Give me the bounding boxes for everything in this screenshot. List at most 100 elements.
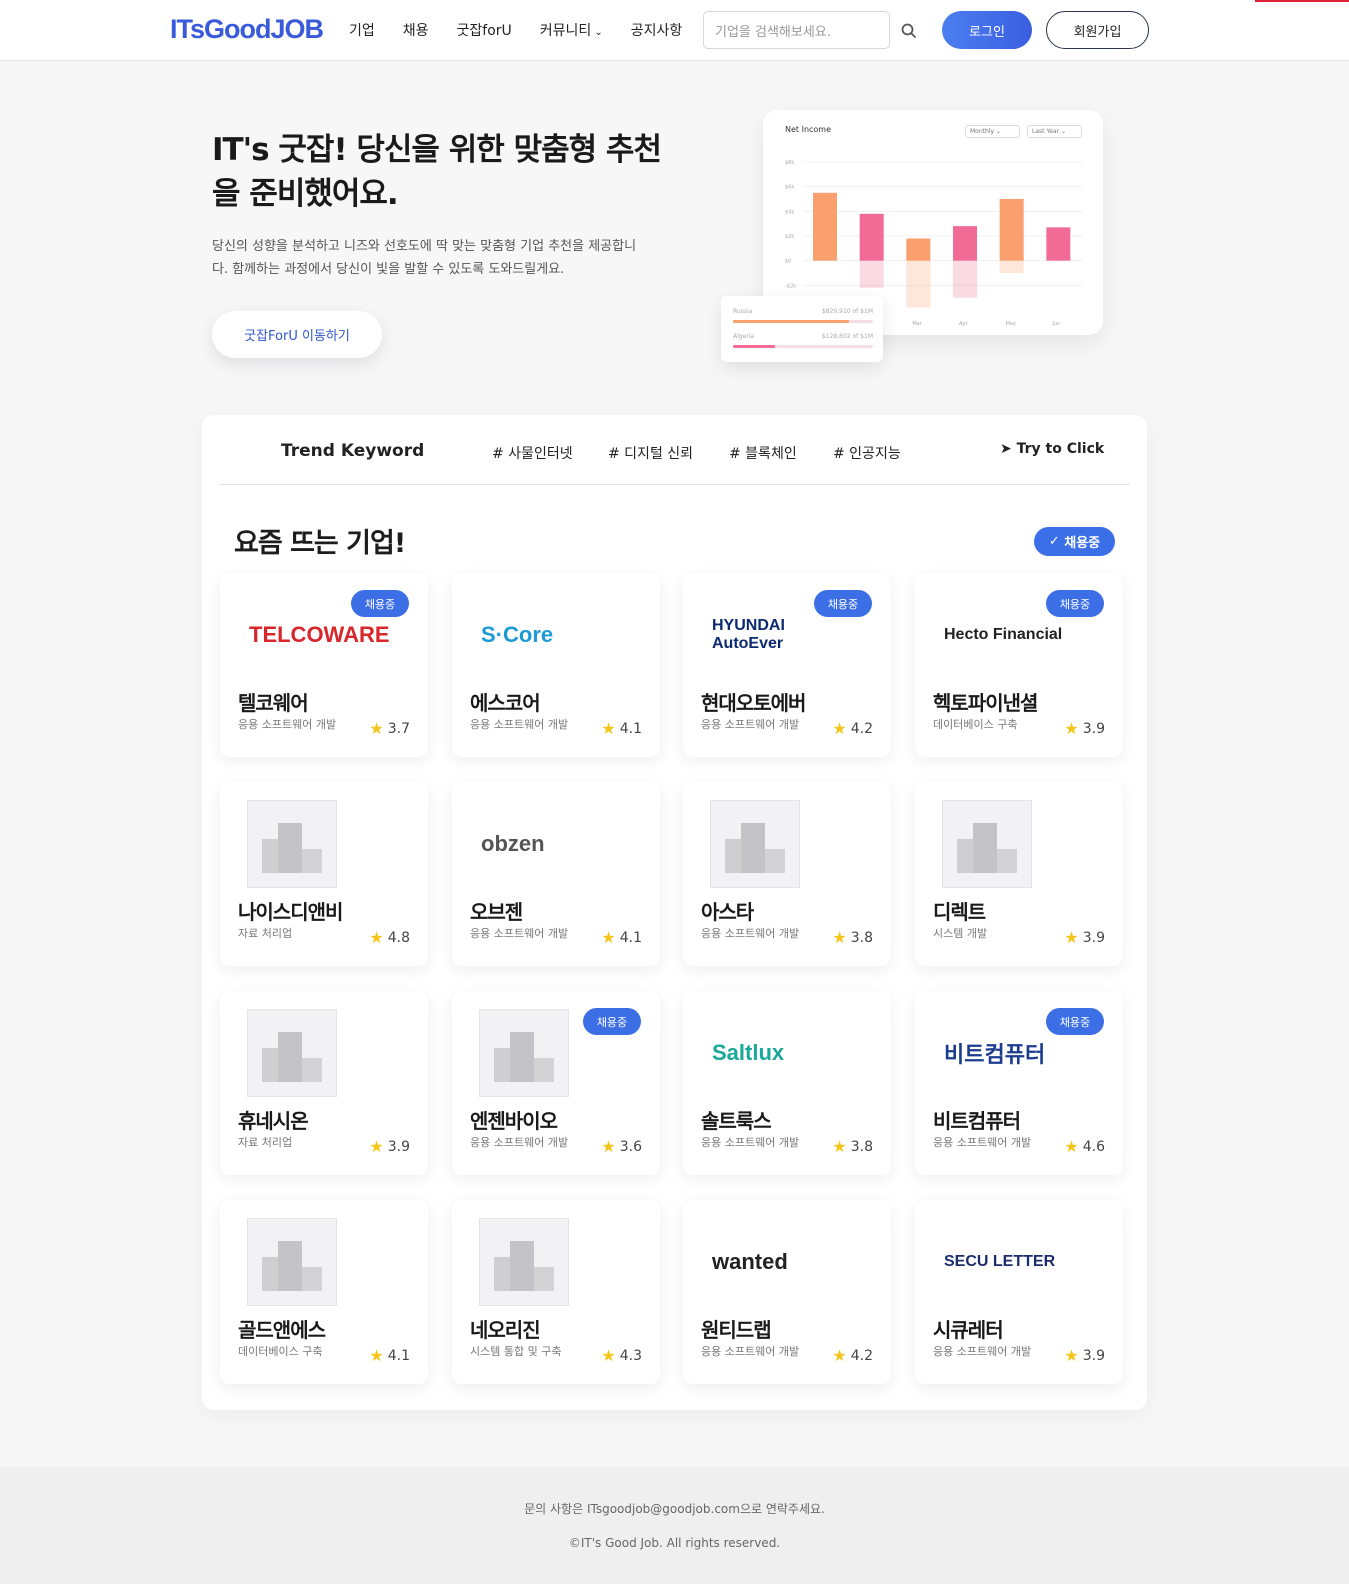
nav-item-goodjob-foru[interactable]: 굿잡forU <box>457 20 512 40</box>
company-card[interactable]: 네오리진 시스템 통합 및 구축 ★ 4.3 <box>452 1200 660 1384</box>
company-card[interactable]: obzen 오브젠 응용 소프트웨어 개발 ★ 4.1 <box>452 782 660 966</box>
company-rating: ★ 4.1 <box>601 719 642 738</box>
company-card[interactable]: 채용중 TELCOWARE 텔코웨어 응용 소프트웨어 개발 ★ 3.7 <box>220 573 428 757</box>
company-name: 오브젠 <box>470 900 523 924</box>
x-tick-label: May <box>1006 321 1016 327</box>
company-name: 나이스디앤비 <box>238 900 343 924</box>
company-category: 데이터베이스 구축 <box>238 1345 323 1358</box>
company-card[interactable]: wanted 원티드랩 응용 소프트웨어 개발 ★ 4.2 <box>683 1200 891 1384</box>
keyword-digital-trust[interactable]: # 디지털 신뢰 <box>608 443 693 463</box>
company-card[interactable]: 아스타 응용 소프트웨어 개발 ★ 3.8 <box>683 782 891 966</box>
company-rating: ★ 4.2 <box>832 719 873 738</box>
company-card[interactable]: 골드앤에스 데이터베이스 구축 ★ 4.1 <box>220 1200 428 1384</box>
star-icon: ★ <box>832 719 847 738</box>
company-category: 응용 소프트웨어 개발 <box>470 927 569 940</box>
company-name: 엔젠바이오 <box>470 1109 558 1133</box>
company-category: 시스템 개발 <box>933 927 988 940</box>
company-card[interactable]: S·Core 에스코어 응용 소프트웨어 개발 ★ 4.1 <box>452 573 660 757</box>
company-rating: ★ 3.6 <box>601 1137 642 1156</box>
company-card[interactable]: 채용중 HYUNDAI AutoEver 현대오토에버 응용 소프트웨어 개발 ★ 4.2 <box>683 573 891 757</box>
company-rating: ★ 4.8 <box>369 928 410 947</box>
nav-item-jobs[interactable]: 채용 <box>403 20 429 40</box>
company-card[interactable]: 나이스디앤비자료 처리업 ★ 4.8 <box>220 782 428 966</box>
login-button[interactable]: 로그인 <box>942 11 1032 49</box>
nav-item-community-label: 커뮤니티 <box>539 23 592 39</box>
company-card[interactable]: 휴네시온 자료 처리업 ★ 3.9 <box>220 991 428 1175</box>
company-logo: TELCOWARE <box>237 591 390 679</box>
main-nav: 기업 채용 굿잡forU 커뮤니티 ⌄ 공지사항 <box>349 20 682 40</box>
bar-positive <box>1046 227 1071 261</box>
keyword-blockchain[interactable]: # 블록체인 <box>729 443 797 463</box>
period-select[interactable]: Last Year ⌄ <box>1027 125 1082 138</box>
y-tick-label: $4k <box>785 209 794 215</box>
trend-keyword-label: Trend Keyword <box>281 441 425 461</box>
company-rating: ★ 3.7 <box>369 719 410 738</box>
star-icon: ★ <box>601 1346 616 1365</box>
corner-accent <box>1255 0 1349 2</box>
nav-item-companies[interactable]: 기업 <box>349 20 375 40</box>
y-tick-label: $2k <box>785 234 794 240</box>
progress-row-2: Algeria $128,602 of $1M <box>733 333 873 340</box>
star-icon: ★ <box>1064 1346 1079 1365</box>
star-icon: ★ <box>369 1346 384 1365</box>
progress-row-2-value: $128,602 of $1M <box>821 333 873 340</box>
building-placeholder-icon <box>479 1218 569 1306</box>
footer-contact: 문의 사항은 ITsgoodjob@goodjob.com으로 연락주세요. <box>524 1502 825 1516</box>
star-icon: ★ <box>1064 719 1079 738</box>
logo[interactable]: ITsGoodJOB <box>170 14 324 45</box>
star-icon: ★ <box>601 1137 616 1156</box>
company-logo-text: S·Core <box>481 622 554 647</box>
nav-item-notices[interactable]: 공지사항 <box>631 20 683 40</box>
rating-value: 3.8 <box>850 1138 873 1155</box>
search-icon[interactable] <box>900 22 918 40</box>
building-placeholder-icon <box>247 1218 337 1306</box>
company-card[interactable]: Saltlux 솔트룩스 응용 소프트웨어 개발 ★ 3.8 <box>683 991 891 1175</box>
company-category: 자료 처리업 <box>238 927 293 940</box>
goodjob-foru-button[interactable]: 굿잡ForU 이동하기 <box>212 311 382 358</box>
monthly-select[interactable]: Monthly ⌄ <box>965 125 1020 138</box>
company-logo: Saltlux <box>700 1009 840 1097</box>
progress-row-1-value: $829,910 of $1M <box>821 308 873 315</box>
company-logo: 비트컴퓨터 <box>932 1009 1072 1097</box>
star-icon: ★ <box>832 1346 847 1365</box>
x-tick-label: Jun <box>1051 321 1060 327</box>
search-input[interactable]: 기업을 검색해보세요. <box>703 11 890 49</box>
company-logo-text: TELCOWARE <box>249 622 390 647</box>
hiring-filter-toggle[interactable]: ✓ 채용중 <box>1034 527 1115 556</box>
star-icon: ★ <box>1064 928 1079 947</box>
nav-item-community[interactable]: 커뮤니티 ⌄ <box>540 20 603 40</box>
star-icon: ★ <box>601 719 616 738</box>
keyword-iot[interactable]: # 사물인터넷 <box>492 443 573 463</box>
keyword-ai[interactable]: # 인공지능 <box>833 443 901 463</box>
company-category: 응용 소프트웨어 개발 <box>470 718 569 731</box>
hero-title: IT's 굿잡! 당신을 위한 맞춤형 추천을 준비했어요. <box>212 132 662 212</box>
progress-row-2-name: Algeria <box>733 333 755 340</box>
company-card[interactable]: SECU LETTER 시큐레터 응용 소프트웨어 개발 ★ 3.9 <box>915 1200 1123 1384</box>
progress-track-2 <box>733 345 873 348</box>
company-card[interactable]: 디렉트 시스템 개발 ★ 3.9 <box>915 782 1123 966</box>
company-logo-text: wanted <box>712 1249 788 1274</box>
company-logo: obzen <box>469 800 609 888</box>
check-icon: ✓ <box>1048 534 1060 549</box>
rating-value: 3.9 <box>387 1138 410 1155</box>
progress-row-1: Russia $829,910 of $1M <box>733 308 873 315</box>
company-card[interactable]: 채용중 엔젠바이오 응용 소프트웨어 개발 ★ 3.6 <box>452 991 660 1175</box>
signup-button[interactable]: 회원가입 <box>1046 11 1149 49</box>
main-panel: Trend Keyword # 사물인터넷 # 디지털 신뢰 # 블록체인 # … <box>202 415 1147 1410</box>
company-name: 네오리진 <box>470 1318 541 1342</box>
company-logo-text: Hecto Financial <box>944 626 1063 643</box>
company-name: 헥토파이낸셜 <box>933 691 1038 715</box>
rating-value: 4.1 <box>387 1347 410 1364</box>
bar-negative <box>859 260 884 288</box>
company-name: 시큐레터 <box>933 1318 1004 1342</box>
building-placeholder-icon <box>942 800 1032 888</box>
rating-value: 4.1 <box>619 929 642 946</box>
company-category: 응용 소프트웨어 개발 <box>470 1136 569 1149</box>
company-card[interactable]: 채용중 Hecto Financial 헥토파이낸셜 데이터베이스 구축 ★ 3.9 <box>915 573 1123 757</box>
section-title: 요즘 뜨는 기업! <box>234 528 406 559</box>
company-card[interactable]: 채용중 비트컴퓨터 비트컴퓨터 응용 소프트웨어 개발 ★ 4.6 <box>915 991 1123 1175</box>
building-placeholder-icon <box>247 1009 337 1097</box>
bar-positive <box>859 213 884 261</box>
company-logo: S·Core <box>469 591 609 679</box>
company-logo-text: HYUNDAI AutoEver <box>712 617 785 652</box>
